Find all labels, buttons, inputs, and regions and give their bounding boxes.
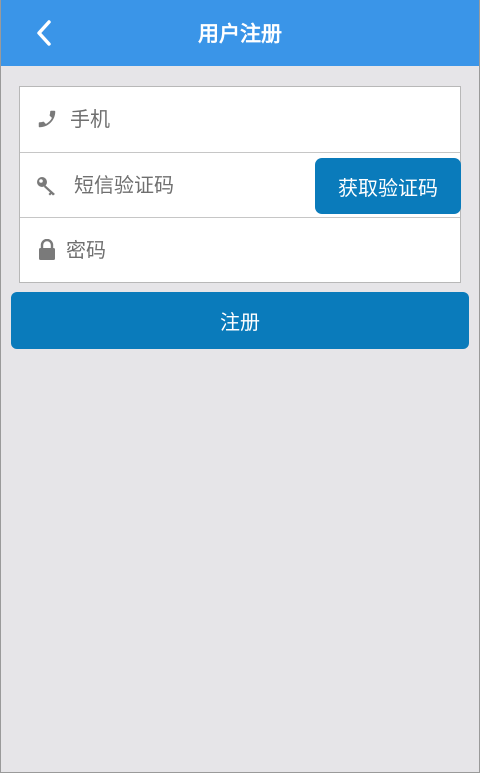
lock-icon (28, 218, 66, 282)
password-input[interactable] (66, 218, 446, 282)
get-code-button[interactable]: 获取验证码 (315, 158, 461, 214)
phone-row (20, 87, 460, 152)
sms-code-input[interactable] (74, 153, 314, 217)
key-icon (28, 153, 66, 217)
registration-form: 获取验证码 (19, 86, 461, 283)
register-button[interactable]: 注册 (11, 292, 469, 349)
page-title: 用户注册 (198, 22, 282, 46)
phone-input[interactable] (70, 87, 450, 151)
password-row (20, 217, 460, 282)
app-header: 用户注册 (0, 0, 480, 66)
sms-code-row: 获取验证码 (20, 152, 461, 217)
phone-icon (28, 87, 66, 151)
